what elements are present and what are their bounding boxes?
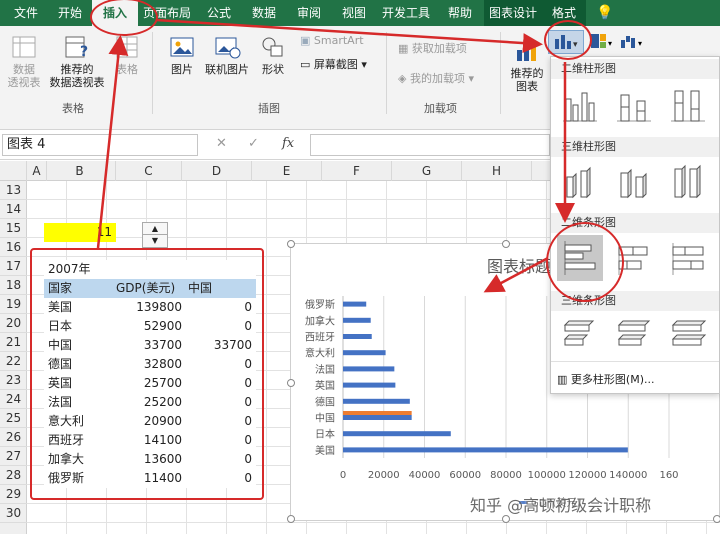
annotation-arrows xyxy=(96,18,575,293)
watermark: 知乎 @高顿初级会计职称 xyxy=(470,496,652,515)
